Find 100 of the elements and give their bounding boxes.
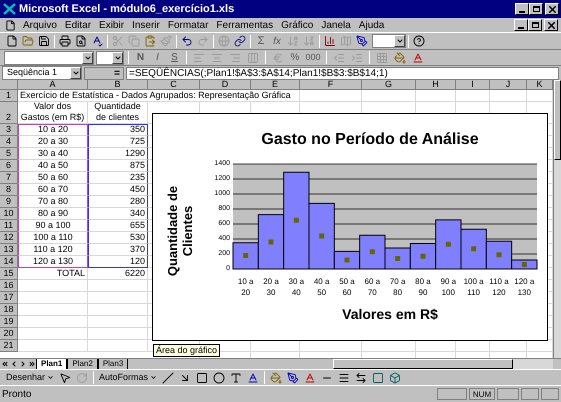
table-cell[interactable]: 70 a 80 — [18, 196, 88, 208]
column-header[interactable]: I — [456, 80, 490, 90]
print-icon[interactable] — [57, 34, 73, 48]
column-header[interactable]: F — [300, 80, 362, 90]
row-header[interactable]: 10 — [0, 208, 18, 220]
row-header[interactable]: 20 — [0, 328, 18, 340]
fill-color-icon[interactable] — [268, 370, 284, 385]
formula-field[interactable]: =SEQÜÊNCIAS(;Plan1!$A$3:$A$14;Plan1!$B$3:$B$14;1) — [126, 66, 559, 80]
row-header[interactable]: 17 — [0, 292, 18, 304]
line-icon[interactable] — [160, 370, 176, 385]
row-header[interactable]: 13 — [0, 244, 18, 256]
table-cell[interactable] — [18, 316, 88, 328]
menu-item[interactable]: Gráfico — [277, 18, 318, 32]
row-header[interactable]: 9 — [0, 196, 18, 208]
font-size-dropdown[interactable] — [96, 50, 124, 64]
table-cell[interactable] — [18, 292, 88, 304]
table-cell[interactable]: Valor dos Gastos (em R$) — [18, 102, 88, 124]
maximize-icon[interactable] — [529, 3, 543, 15]
table-cell[interactable] — [88, 304, 148, 316]
bar-chart-icon[interactable] — [322, 34, 338, 48]
table-cell[interactable]: TOTAL — [18, 268, 88, 280]
table-cell[interactable]: 120 — [88, 256, 148, 268]
row-header[interactable]: 21 — [0, 340, 18, 352]
table-cell[interactable] — [88, 280, 148, 292]
table-cell[interactable] — [88, 292, 148, 304]
horizontal-scrollbar[interactable] — [333, 359, 553, 369]
merge-cells-icon[interactable] — [245, 50, 261, 65]
table-cell[interactable]: 6220 — [88, 268, 148, 280]
menu-item[interactable]: Ferramentas — [212, 18, 278, 32]
percent-button[interactable]: % — [288, 50, 302, 65]
row-header[interactable]: 1 — [0, 90, 18, 102]
sheet-nav-icon[interactable] — [27, 359, 36, 369]
autoshapes-button[interactable]: AutoFormas — [97, 370, 160, 384]
table-cell[interactable] — [456, 90, 490, 102]
row-header[interactable]: 5 — [0, 148, 18, 160]
function-button[interactable]: fx — [269, 34, 285, 48]
row-header[interactable]: 6 — [0, 160, 18, 172]
row-header[interactable]: 15 — [0, 268, 18, 280]
row-header[interactable]: 4 — [0, 136, 18, 148]
column-header[interactable]: J — [490, 80, 527, 90]
table-cell[interactable]: 370 — [88, 244, 148, 256]
vertical-scrollbar[interactable] — [553, 80, 561, 358]
close-icon[interactable] — [544, 19, 558, 31]
table-cell[interactable]: Exercício de Estatística - Dados Agrupados: Representação Gráfica — [18, 90, 300, 102]
table-cell[interactable] — [416, 90, 456, 102]
sheet-tab[interactable]: Plan3 — [98, 358, 128, 370]
save-icon[interactable] — [36, 34, 52, 48]
row-header[interactable]: 16 — [0, 280, 18, 292]
table-cell[interactable] — [18, 304, 88, 316]
table-cell[interactable]: 80 a 90 — [18, 208, 88, 220]
table-cell[interactable]: 350 — [88, 124, 148, 136]
row-header[interactable]: 18 — [0, 304, 18, 316]
table-cell[interactable]: 90 a 100 — [18, 220, 88, 232]
row-header[interactable]: 11 — [0, 220, 18, 232]
column-header[interactable]: D — [200, 80, 251, 90]
autosum-button[interactable]: Σ — [253, 32, 269, 50]
column-header[interactable]: H — [416, 80, 456, 90]
row-header[interactable]: 3 — [0, 124, 18, 136]
menu-item[interactable]: Formatar — [164, 18, 212, 32]
row-header[interactable]: 2 — [0, 102, 18, 124]
table-cell[interactable]: 450 — [88, 184, 148, 196]
table-cell[interactable]: 60 a 70 — [18, 184, 88, 196]
sheet-nav-icon[interactable] — [0, 359, 9, 369]
column-header[interactable]: E — [251, 80, 300, 90]
hyperlink-icon[interactable] — [232, 34, 248, 48]
table-cell[interactable]: 1290 — [88, 148, 148, 160]
minimize-icon[interactable] — [515, 3, 529, 15]
table-cell[interactable]: 100 a 110 — [18, 232, 88, 244]
thousands-button[interactable]: 000 — [304, 50, 322, 64]
drawing-icon[interactable] — [354, 34, 370, 48]
sheet-tab[interactable]: Plan2 — [67, 358, 98, 370]
column-header[interactable]: C — [148, 80, 200, 90]
menu-item[interactable]: Ajuda — [354, 18, 388, 32]
name-box[interactable]: Seqüência 1 — [2, 66, 82, 80]
table-cell[interactable]: 280 — [88, 196, 148, 208]
row-header[interactable]: 8 — [0, 184, 18, 196]
table-cell[interactable]: 235 — [88, 172, 148, 184]
maximize-icon[interactable] — [528, 19, 542, 31]
table-cell[interactable]: 340 — [88, 208, 148, 220]
font-dropdown[interactable] — [4, 50, 94, 64]
menu-item[interactable]: Janela — [317, 18, 355, 32]
column-header[interactable]: B — [88, 80, 148, 90]
table-cell[interactable]: 30 a 40 — [18, 148, 88, 160]
row-header[interactable]: 19 — [0, 316, 18, 328]
table-cell[interactable] — [88, 316, 148, 328]
zoom-dropdown[interactable] — [372, 34, 406, 48]
table-cell[interactable]: 10 a 20 — [18, 124, 88, 136]
table-cell[interactable] — [18, 280, 88, 292]
table-cell[interactable]: 875 — [88, 160, 148, 172]
menu-item[interactable]: Exibir — [95, 18, 128, 32]
table-cell[interactable]: 530 — [88, 232, 148, 244]
table-cell[interactable] — [88, 328, 148, 340]
help-icon[interactable] — [411, 34, 427, 48]
table-cell[interactable] — [88, 340, 148, 352]
formula-equals-button[interactable]: = — [84, 66, 124, 80]
oval-icon[interactable] — [211, 370, 228, 385]
table-cell[interactable]: 655 — [88, 220, 148, 232]
table-cell[interactable] — [300, 90, 362, 102]
table-cell[interactable] — [362, 90, 416, 102]
table-cell[interactable] — [490, 90, 527, 102]
